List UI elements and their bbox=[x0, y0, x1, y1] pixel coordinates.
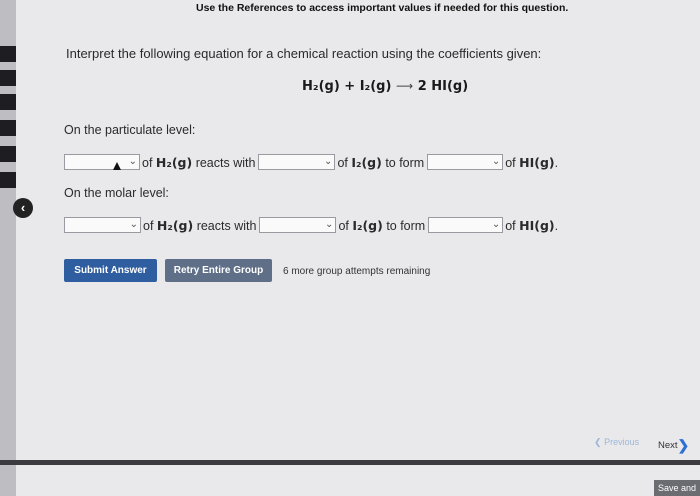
strip-marker bbox=[0, 94, 16, 110]
chevron-down-icon: ⌄ bbox=[129, 219, 138, 230]
chevron-left-icon: ❮ bbox=[594, 437, 602, 447]
reaction-arrow: ⟶ bbox=[395, 79, 414, 93]
particulate-i2-select[interactable]: ⌄ bbox=[258, 154, 336, 170]
molar-h2-select[interactable]: ⌄ bbox=[64, 217, 141, 233]
particulate-i2-text: of I₂(g) to form bbox=[337, 154, 425, 170]
chemical-equation: H₂(g) + I₂(g) ⟶ 2 HI(g) bbox=[302, 79, 468, 94]
left-strip bbox=[0, 0, 16, 496]
chevron-down-icon: ⌄ bbox=[491, 219, 501, 230]
save-button[interactable]: Save and bbox=[654, 480, 700, 496]
equation-reactants: H₂(g) + I₂(g) bbox=[302, 79, 392, 94]
molar-i2-select[interactable]: ⌄ bbox=[259, 217, 337, 233]
previous-link[interactable]: ❮ Previous bbox=[594, 437, 639, 448]
retry-group-button[interactable]: Retry Entire Group bbox=[165, 259, 272, 282]
submit-answer-button[interactable]: Submit Answer bbox=[64, 259, 157, 282]
particulate-hi-text: of HI(g). bbox=[505, 154, 559, 170]
chevron-right-icon: ❯ bbox=[677, 437, 690, 453]
chevron-down-icon: ⌄ bbox=[128, 156, 137, 167]
particulate-row: ⌄ of H₂(g) reacts with ⌄ of I₂(g) to for… bbox=[64, 154, 561, 170]
particulate-label: On the particulate level: bbox=[64, 123, 196, 137]
strip-marker bbox=[0, 146, 16, 162]
strip-marker bbox=[0, 172, 16, 188]
attempts-remaining: 6 more group attempts remaining bbox=[283, 266, 431, 277]
strip-marker bbox=[0, 120, 16, 136]
molar-row: ⌄ of H₂(g) reacts with ⌄ of I₂(g) to for… bbox=[64, 217, 561, 233]
strip-marker bbox=[0, 70, 16, 86]
strip-marker bbox=[0, 46, 16, 62]
molar-h2-text: of H₂(g) reacts with bbox=[143, 217, 257, 233]
chevron-left-icon[interactable]: ‹ bbox=[13, 198, 33, 218]
references-notice: Use the References to access important v… bbox=[196, 2, 569, 14]
particulate-h2-select[interactable]: ⌄ bbox=[64, 154, 140, 170]
equation-products: 2 HI(g) bbox=[417, 79, 469, 94]
next-link[interactable]: Next❯ bbox=[658, 437, 689, 454]
chevron-down-icon: ⌄ bbox=[324, 156, 333, 167]
question-prompt: Interpret the following equation for a c… bbox=[66, 46, 542, 61]
particulate-hi-select[interactable]: ⌄ bbox=[427, 154, 504, 170]
mouse-cursor bbox=[113, 162, 121, 170]
chevron-down-icon: ⌄ bbox=[325, 219, 334, 230]
chevron-down-icon: ⌄ bbox=[491, 156, 501, 167]
molar-hi-select[interactable]: ⌄ bbox=[428, 217, 504, 233]
bottom-bar bbox=[0, 460, 700, 465]
particulate-h2-text: of H₂(g) reacts with bbox=[142, 154, 256, 170]
molar-hi-text: of HI(g). bbox=[505, 217, 559, 233]
molar-label: On the molar level: bbox=[64, 186, 169, 200]
molar-i2-text: of I₂(g) to form bbox=[338, 217, 426, 233]
